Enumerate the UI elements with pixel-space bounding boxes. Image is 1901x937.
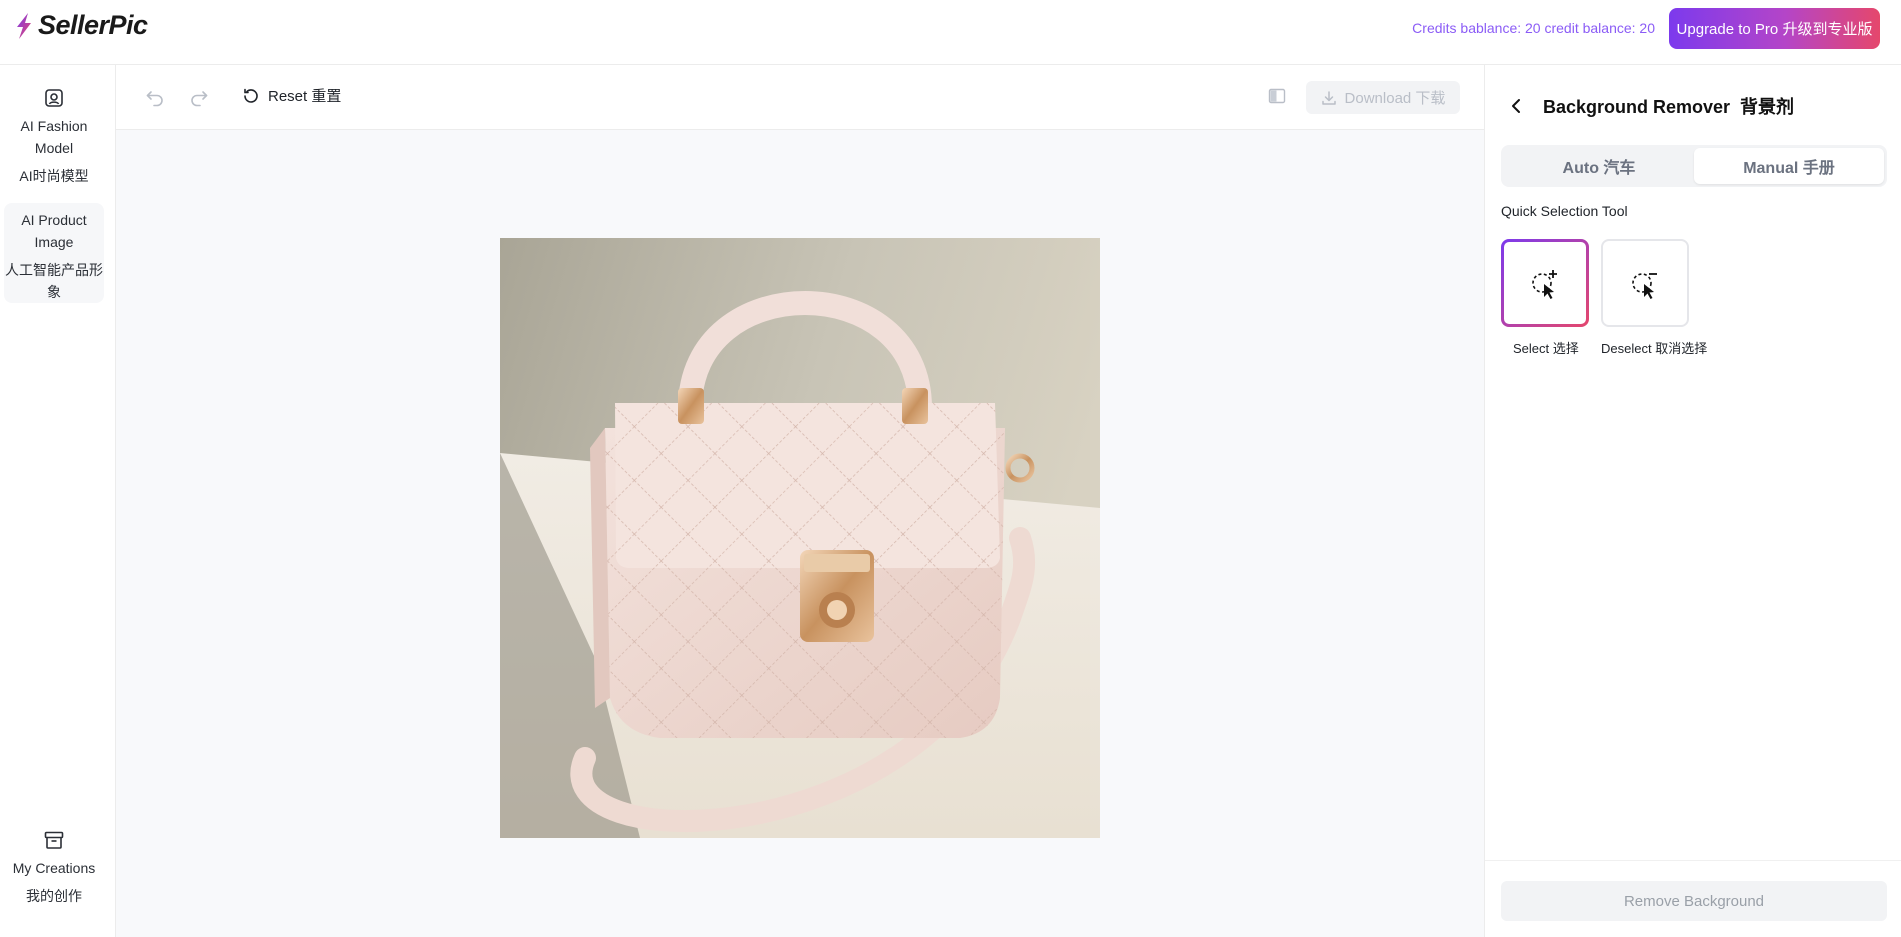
- reset-button[interactable]: Reset 重置: [242, 85, 341, 106]
- mode-tabs: Auto 汽车 Manual 手册: [1501, 145, 1887, 187]
- sidebar-item-sublabel: 我的创作: [26, 888, 82, 904]
- deselect-tool-button[interactable]: [1601, 239, 1689, 327]
- deselect-tool-label: Deselect 取消选择: [1601, 341, 1708, 356]
- sidebar-item-label: AI Product Image: [21, 212, 87, 250]
- top-header: SellerPic Credits bablance: 20 credit ba…: [0, 0, 1901, 65]
- user-square-icon: [45, 89, 63, 107]
- compare-view-icon[interactable]: [1268, 87, 1286, 105]
- logo-text: SellerPic: [38, 10, 148, 40]
- bolt-logo-icon: [17, 12, 31, 39]
- sidebar-item-fashion-model[interactable]: AI Fashion Model AI时尚模型: [4, 87, 104, 191]
- sidebar-item-label: AI Fashion Model: [20, 118, 88, 156]
- quick-selection-heading: Quick Selection Tool: [1501, 203, 1628, 219]
- reset-label: Reset 重置: [268, 88, 342, 105]
- select-add-icon: [1532, 270, 1557, 299]
- undo-icon[interactable]: [144, 86, 166, 108]
- product-photo-handbag: [500, 238, 1100, 838]
- download-button[interactable]: Download 下载: [1306, 81, 1460, 114]
- left-sidebar: AI Fashion Model AI时尚模型 AI Product Image…: [0, 65, 116, 937]
- download-icon: [1321, 90, 1336, 105]
- panel-header: Background Remover 背景剂: [1509, 93, 1794, 119]
- redo-icon[interactable]: [188, 86, 210, 108]
- select-tool-button[interactable]: [1501, 239, 1589, 327]
- sidebar-item-product-image[interactable]: AI Product Image 人工智能产品形象: [4, 203, 104, 303]
- upgrade-button[interactable]: Upgrade to Pro 升级到专业版: [1669, 8, 1880, 49]
- download-label: Download 下载: [1344, 90, 1446, 107]
- tab-auto[interactable]: Auto 汽车: [1504, 148, 1694, 184]
- tab-manual[interactable]: Manual 手册: [1694, 148, 1884, 184]
- archive-box-icon: [44, 831, 64, 849]
- sidebar-item-my-creations[interactable]: My Creations 我的创作: [4, 829, 104, 925]
- logo[interactable]: SellerPic: [14, 10, 148, 41]
- sidebar-item-sublabel: 人工智能产品形象: [5, 262, 103, 300]
- sidebar-item-label: My Creations: [12, 860, 96, 876]
- select-remove-icon: [1632, 273, 1657, 299]
- editor-canvas[interactable]: [116, 130, 1484, 937]
- sidebar-item-sublabel: AI时尚模型: [19, 168, 89, 184]
- credits-balance: Credits bablance: 20 credit balance: 20: [1412, 20, 1655, 36]
- select-tool-label: Select 选择: [1513, 341, 1579, 356]
- canvas-toolbar: Reset 重置 Download 下载: [116, 65, 1484, 130]
- panel-title: Background Remover 背景剂: [1543, 97, 1795, 117]
- remove-background-button[interactable]: Remove Background: [1501, 881, 1887, 921]
- background-remover-panel: Background Remover 背景剂 Auto 汽车 Manual 手册…: [1484, 65, 1901, 937]
- back-arrow-icon[interactable]: [1509, 97, 1523, 115]
- panel-footer: Remove Background: [1485, 860, 1901, 937]
- reset-icon: [244, 88, 258, 103]
